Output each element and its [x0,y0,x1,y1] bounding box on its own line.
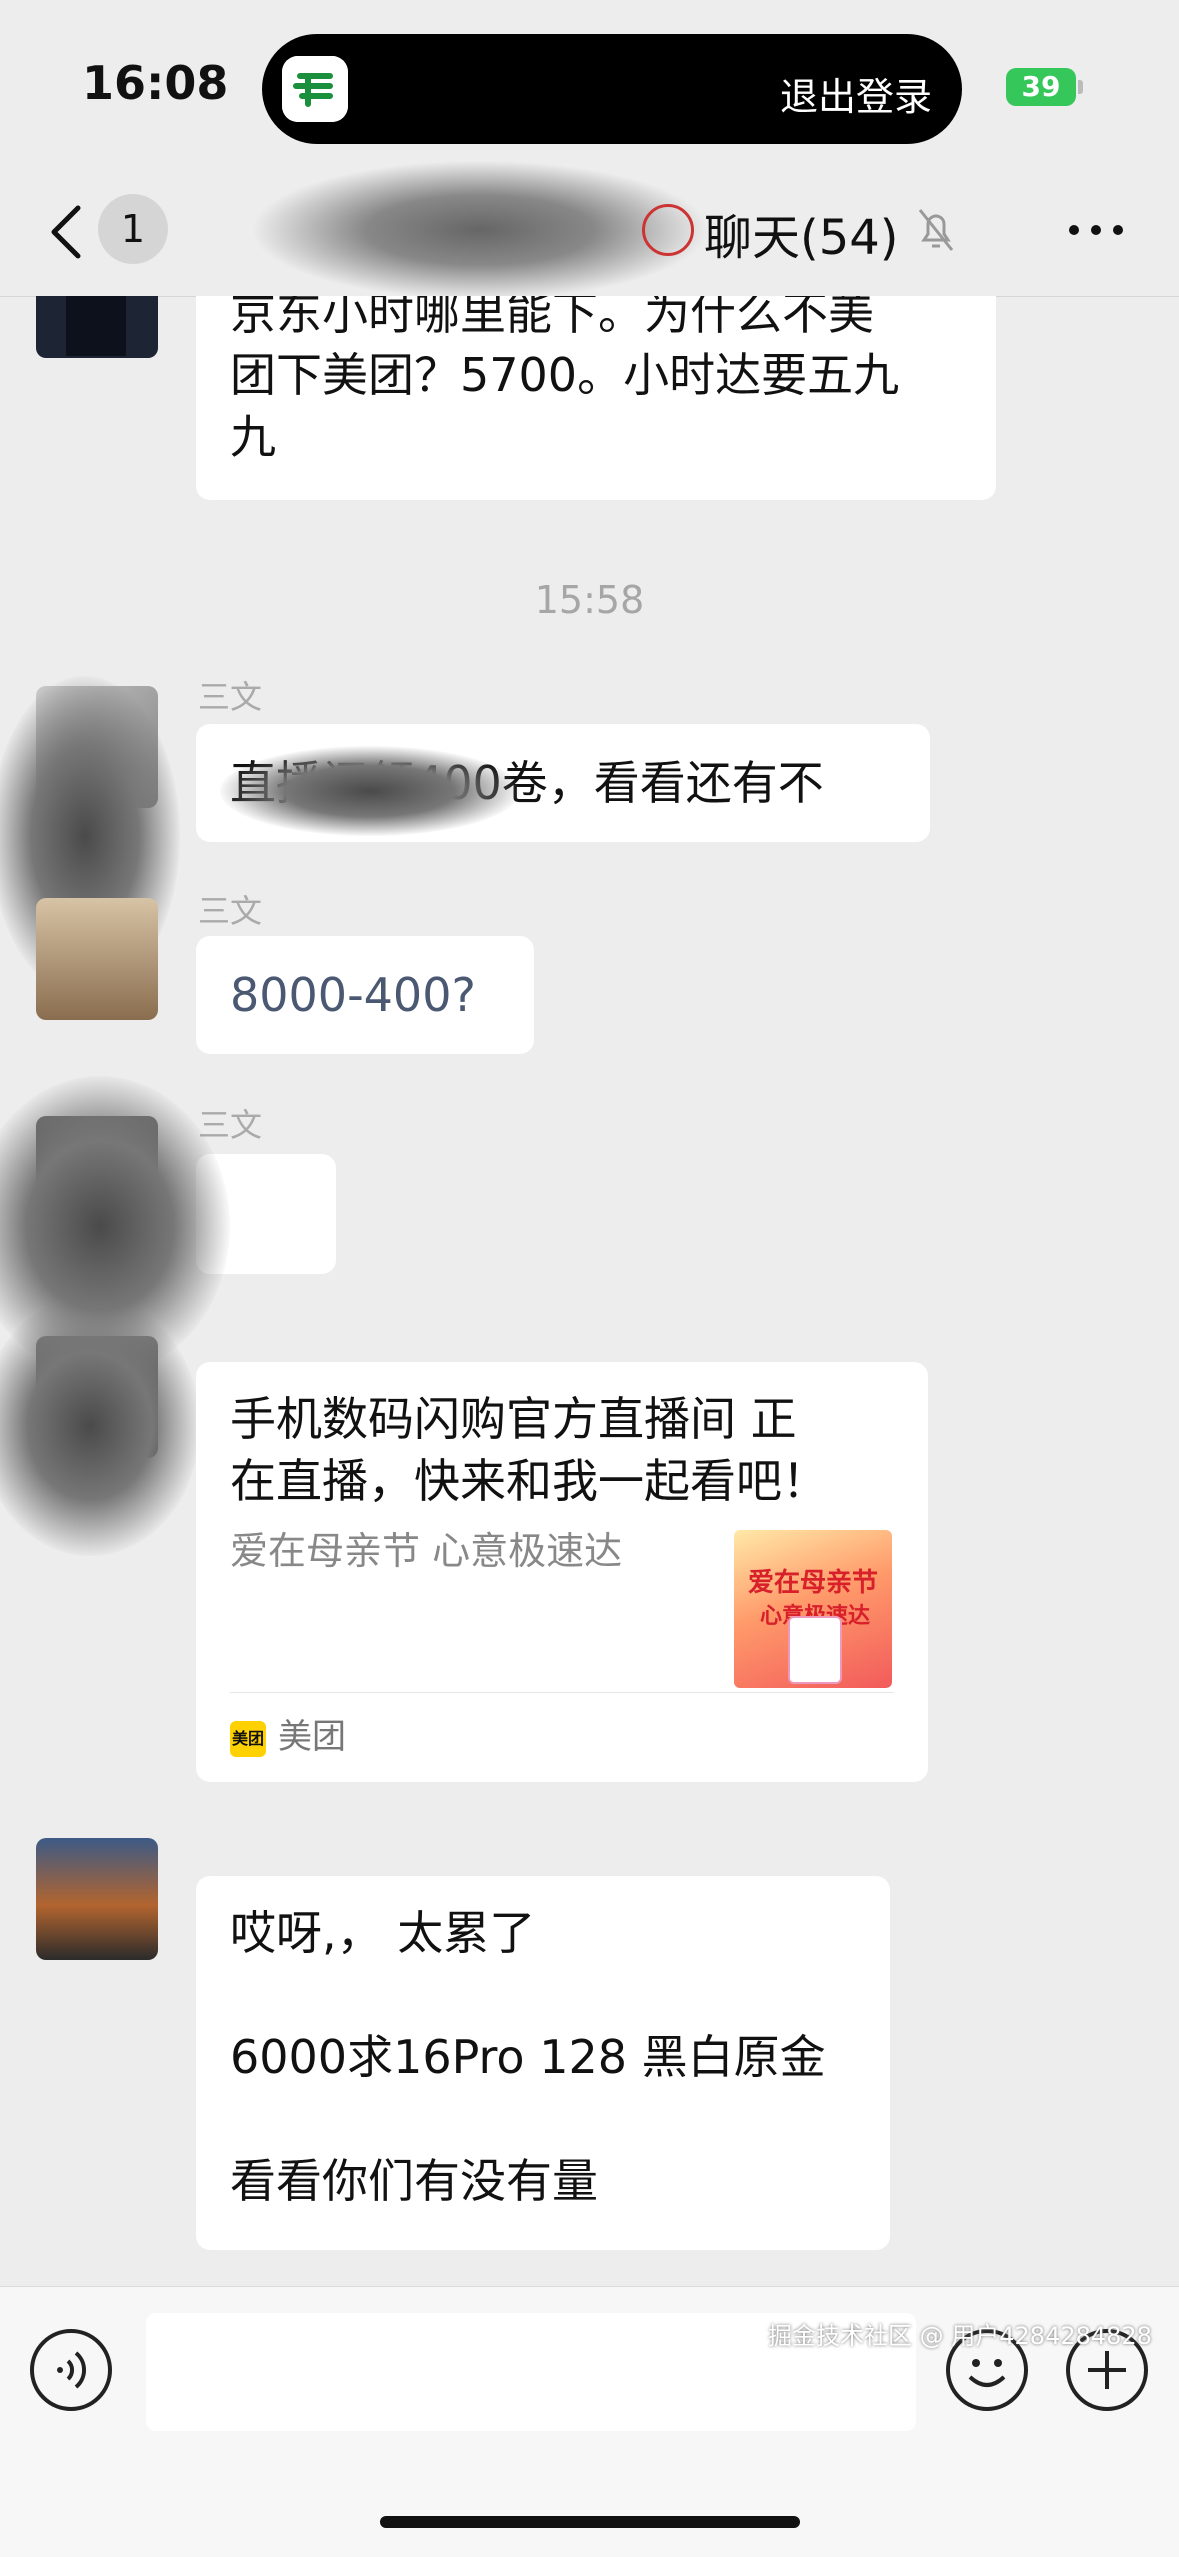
status-time: 16:08 [82,56,229,110]
avatar[interactable] [36,1838,158,1960]
sender-name: 三文 [198,1106,263,1144]
redaction-smear [220,746,520,836]
card-source: 美团 美团 [230,1706,346,1768]
no-entry-icon [642,204,694,256]
mute-bell-icon [918,209,954,251]
sender-name: 三文 [198,892,263,930]
watermark: 掘金技术社区 @ 用户4284284828 [768,2322,1152,2350]
logout-label[interactable]: 退出登录 [780,66,932,121]
avatar[interactable] [36,898,158,1020]
avatar[interactable] [36,296,158,358]
back-chevron-icon[interactable] [46,202,86,262]
card-title-line: 手机数码闪购官方直播间 正 [230,1392,797,1446]
message-text-line: 京东小时哪里能下。为什么不美 [230,296,874,340]
redacted-group-name [250,160,710,300]
message-text: 8000-400? [230,968,476,1022]
post-office-logo-icon [282,56,348,122]
message-bubble[interactable]: 京东小时哪里能下。为什么不美 团下美团？5700。小时达要五九 九 [196,296,996,500]
more-dots-icon[interactable] [1066,220,1126,240]
chat-title: 聊天(54) [704,210,899,266]
battery-cap [1078,80,1083,94]
phone-graphic [788,1616,842,1684]
timestamp: 15:58 [534,578,645,622]
dynamic-island[interactable]: 退出登录 [262,34,962,144]
message-text-line: 九 [230,410,276,464]
message-bubble[interactable]: 8000-400? [196,936,534,1054]
message-text-line: 哎呀,， 太累了 [230,1906,536,1960]
message-bubble[interactable]: 哎呀,， 太累了 6000求16Pro 128 黑白原金 看看你们有没有量 [196,1876,890,2250]
card-divider [230,1692,894,1693]
battery-indicator: 39 [1006,68,1076,106]
voice-icon[interactable] [30,2329,112,2411]
card-thumbnail: 爱在母亲节 心意极速达 [734,1530,892,1688]
meituan-logo-icon: 美团 [230,1720,266,1757]
status-bar: 16:08 退出登录 39 [0,0,1179,180]
unread-count-badge[interactable]: 1 [98,194,168,264]
message-text-line: 6000求16Pro 128 黑白原金 [230,2030,826,2084]
chat-nav-bar: 1 聊天(54) [0,160,1179,300]
sender-name: 三文 [198,678,263,716]
card-source-label: 美团 [278,1717,346,1757]
message-list[interactable]: 京东小时哪里能下。为什么不美 团下美团？5700。小时达要五九 九 15:58 … [0,296,1179,2286]
message-text-line: 团下美团？5700。小时达要五九 [230,348,900,402]
card-title-line: 在直播，快来和我一起看吧！ [230,1454,828,1508]
message-text-line: 看看你们有没有量 [230,2154,598,2208]
live-stream-card[interactable]: 手机数码闪购官方直播间 正 在直播，快来和我一起看吧！ 爱在母亲节 心意极速达 … [196,1362,928,1782]
home-indicator[interactable] [380,2516,800,2528]
